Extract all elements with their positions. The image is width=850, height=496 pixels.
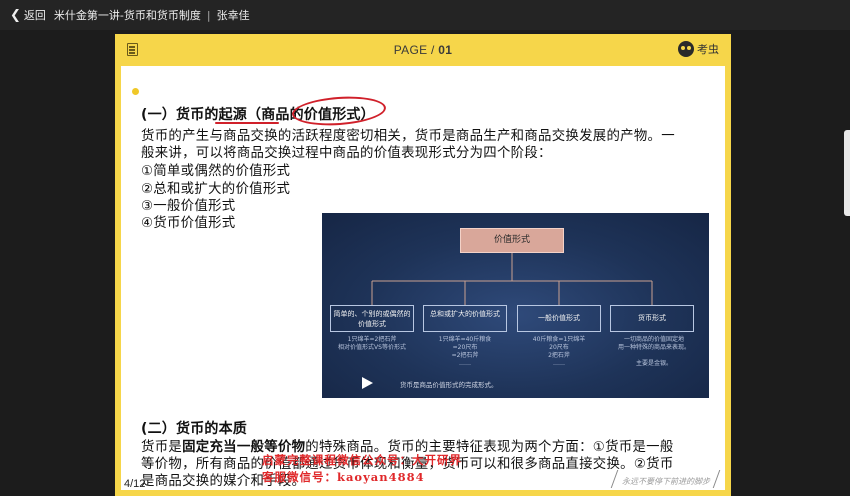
kaochong-logo-icon bbox=[678, 41, 694, 57]
back-button[interactable]: ❮ 返回 bbox=[10, 7, 46, 23]
course-title: 米什金第一讲-货币和货币制度 bbox=[53, 9, 201, 22]
diagram-node-title: 简单的、个别的或偶然的价值形式 bbox=[333, 310, 411, 328]
page-prefix: PAGE / bbox=[393, 43, 439, 57]
slide-tagline: 永远不要停下前进的脚步 bbox=[622, 477, 710, 486]
title-separator: | bbox=[206, 8, 211, 22]
value-form-diagram: 价值形式 简单的、个别的或偶然的价值形式 总和或扩大的价值形式 一般价值形式 货… bbox=[322, 213, 709, 398]
slide-header: PAGE / 01 考虫 bbox=[115, 34, 731, 66]
stage-item: ④货币价值形式 bbox=[141, 216, 236, 231]
side-panel-handle[interactable] bbox=[844, 130, 850, 216]
brand-name: 考虫 bbox=[697, 43, 719, 56]
diagram-node: 总和或扩大的价值形式 bbox=[423, 305, 507, 332]
diagram-node-note: 1只绵羊=2把石斧 相对价值形式VS等价形式 bbox=[324, 336, 420, 352]
note-line: 20尺布 bbox=[549, 344, 569, 351]
note-line: …… bbox=[553, 360, 565, 367]
diagram-node-title: 一般价值形式 bbox=[538, 314, 580, 322]
note-line: =20尺布 bbox=[452, 344, 478, 351]
diagram-node-note: 1只绵羊=40斤粮食 =20尺布 =2把石斧 …… bbox=[417, 336, 513, 368]
play-icon[interactable] bbox=[362, 377, 373, 389]
diagram-node: 简单的、个别的或偶然的价值形式 bbox=[330, 305, 414, 332]
diagram-node: 一般价值形式 bbox=[517, 305, 601, 332]
diagram-node-note: 40斤粮食=1只绵羊 20尺布 2把石斧 …… bbox=[511, 336, 607, 368]
chevron-left-icon: ❮ bbox=[10, 7, 21, 23]
page-counter: 4/12 bbox=[124, 478, 146, 490]
diagram-root-node: 价值形式 bbox=[460, 228, 564, 253]
note-line: 主要是金银。 bbox=[635, 360, 672, 367]
paragraph-origin-line2: 般来讲，可以将商品交换过程中商品的价值表现形式分为四个阶段： bbox=[141, 146, 552, 161]
watermark-line1: 启蒙完整课程微信公众号：大开研界 bbox=[262, 453, 462, 467]
note-line bbox=[604, 352, 704, 360]
watermark-line2: 客服微信号：kaoyan4884 bbox=[262, 470, 425, 484]
note-line: 1只绵羊=40斤粮食 bbox=[438, 336, 492, 343]
note-line: 相对价值形式VS等价形式 bbox=[338, 344, 406, 351]
teacher-name: 张幸佳 bbox=[216, 9, 250, 22]
slide-frame: PAGE / 01 考虫 (一）货币的起源（商品的价值形式） 货币的产生与商品交… bbox=[115, 34, 731, 496]
diagram-node-note: 一切商品的价值固定地 用一种特殊的商品来表现。 主要是金银。 bbox=[604, 336, 704, 368]
slide-content: (一）货币的起源（商品的价值形式） 货币的产生与商品交换的活跃程度密切相关，货币… bbox=[121, 66, 725, 490]
note-line: …… bbox=[459, 360, 471, 367]
page-indicator: PAGE / 01 bbox=[115, 43, 731, 57]
stage-item: ①简单或偶然的价值形式 bbox=[141, 164, 291, 179]
page-number: 01 bbox=[438, 43, 453, 57]
diagram-node-title: 货币形式 bbox=[638, 314, 666, 322]
note-line: =2把石斧 bbox=[451, 352, 479, 359]
diagram-node: 货币形式 bbox=[610, 305, 694, 332]
bullet-dot-icon bbox=[132, 88, 139, 95]
diagram-caption: 货币是商品价值形式的完成形式。 bbox=[400, 381, 498, 389]
top-bar: ❮ 返回 米什金第一讲-货币和货币制度 | 张幸佳 bbox=[0, 0, 850, 30]
note-line: 40斤粮食=1只绵羊 bbox=[532, 336, 586, 343]
brand-logo: 考虫 bbox=[678, 41, 719, 57]
note-line: 2把石斧 bbox=[548, 352, 570, 359]
note-line: 1只绵羊=2把石斧 bbox=[347, 336, 397, 343]
diagram-node-title: 总和或扩大的价值形式 bbox=[430, 310, 500, 318]
note-line: 用一种特殊的商品来表现。 bbox=[617, 344, 690, 351]
note-line: 一切商品的价值固定地 bbox=[623, 336, 684, 343]
back-label: 返回 bbox=[23, 9, 46, 22]
